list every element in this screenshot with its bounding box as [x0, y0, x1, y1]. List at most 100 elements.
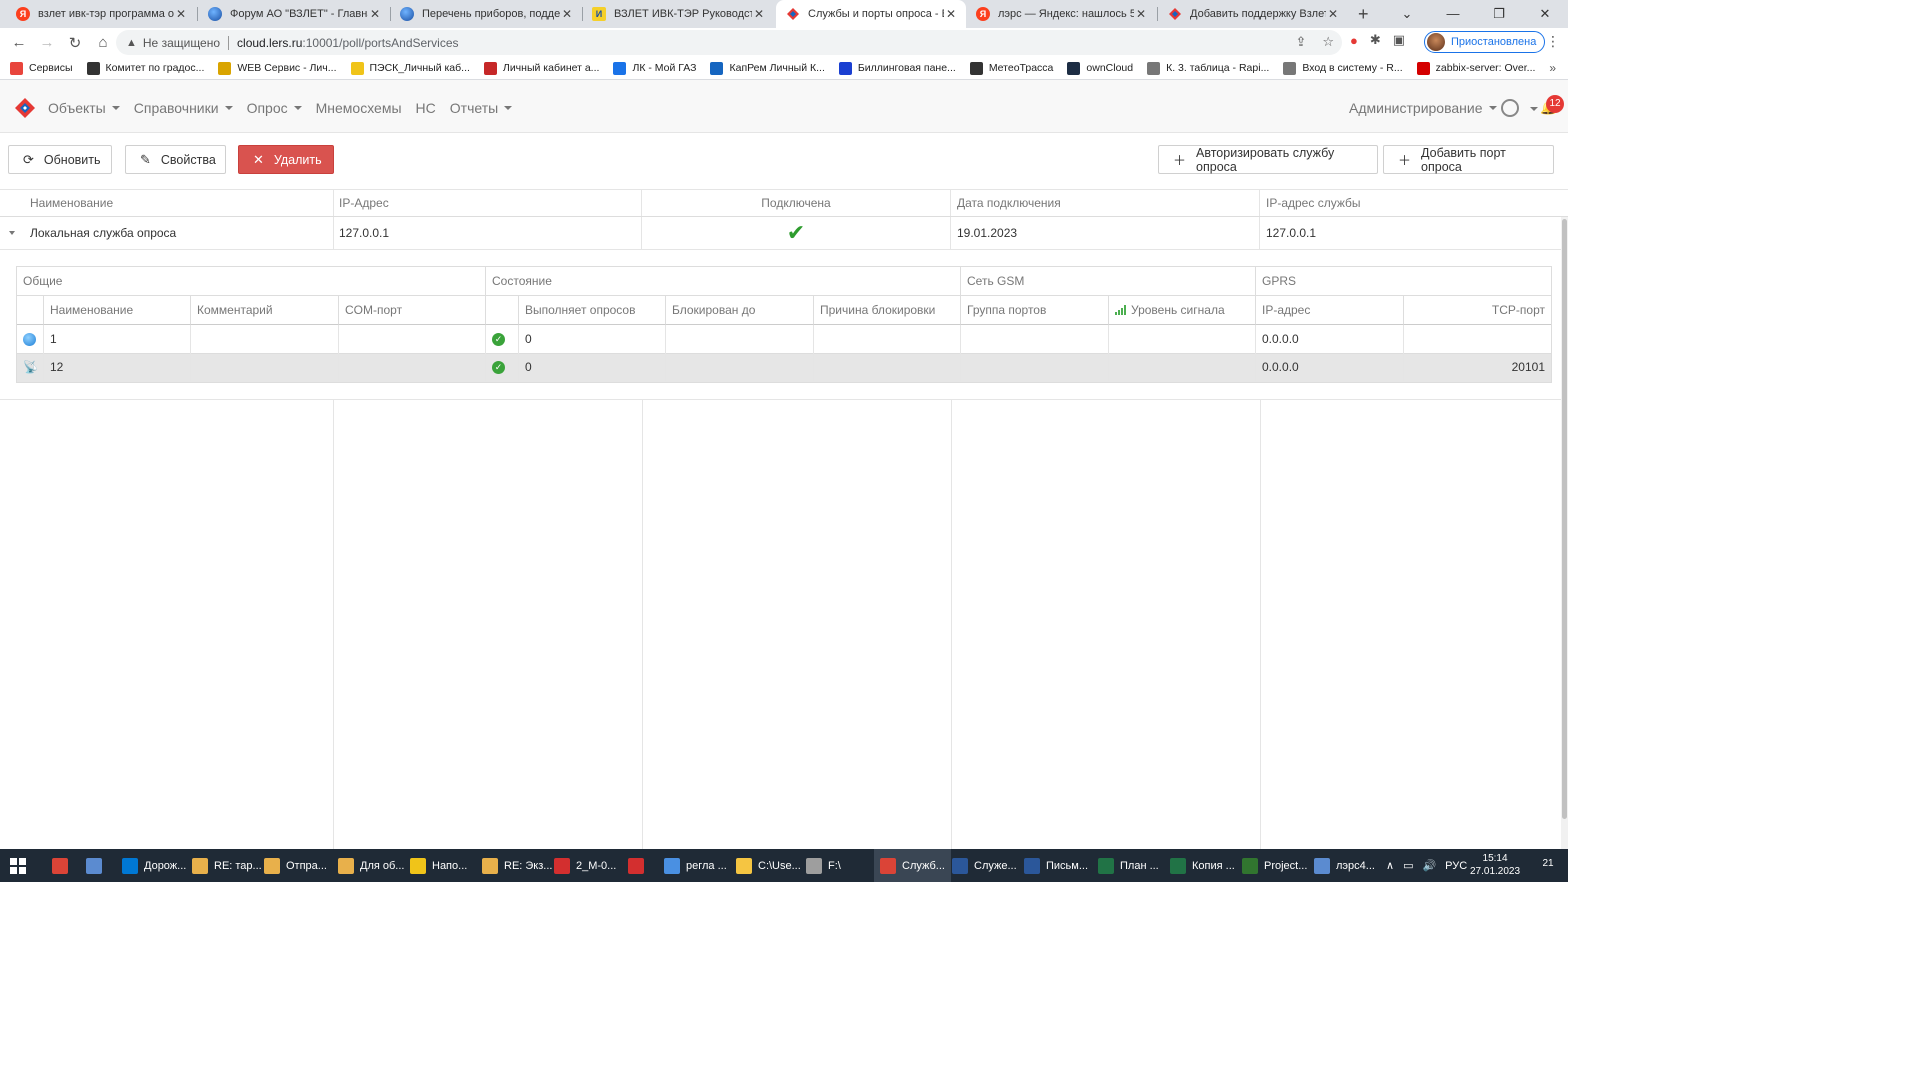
taskbar-item[interactable]: RE: Экз... [476, 849, 558, 882]
bookmark-item[interactable]: ПЭСК_Личный каб... [350, 61, 470, 75]
bookmark-item[interactable]: К. 3. таблица - Rapi... [1147, 61, 1269, 75]
taskbar-item[interactable] [622, 849, 656, 882]
language-indicator[interactable]: РУС [1445, 860, 1467, 872]
close-icon[interactable]: ✕ [368, 7, 382, 21]
address-bar[interactable]: ▲ Не защищено cloud.lers.ru:10001/poll/p… [116, 30, 1342, 55]
menu-item[interactable]: Мнемосхемы [316, 100, 402, 116]
taskbar-item[interactable]: Письм... [1018, 849, 1094, 882]
close-icon[interactable]: ✕ [752, 7, 766, 21]
column-header-date[interactable]: Дата подключения [951, 190, 1260, 216]
menu-item[interactable]: Отчеты [450, 100, 513, 116]
taskbar-item[interactable]: RE: тар... [186, 849, 268, 882]
clock[interactable]: 15:14 27.01.2023 [1470, 852, 1520, 878]
browser-tab[interactable]: И ВЗЛЕТ ИВК-ТЭР Руководство п ✕ [582, 0, 774, 28]
bookmark-item[interactable]: КапРем Личный К... [710, 61, 825, 75]
taskbar-item[interactable]: Отпра... [258, 849, 333, 882]
user-icon[interactable] [1501, 99, 1519, 117]
properties-button[interactable]: ✎ Свойства [125, 145, 226, 174]
extension-pin-icon[interactable]: ● [1350, 33, 1358, 48]
browser-tab[interactable]: Я лэрс — Яндекс: нашлось 583 т ✕ [966, 0, 1156, 28]
warning-icon[interactable]: ▲ [126, 37, 137, 49]
reload-icon[interactable]: ↻ [62, 34, 88, 52]
taskbar-item[interactable] [46, 849, 80, 882]
bookmark-star-icon[interactable]: ☆ [1322, 34, 1334, 50]
column-header-name[interactable]: Наименование [44, 296, 191, 325]
minimize-button[interactable]: — [1430, 0, 1476, 28]
security-label[interactable]: Не защищено [143, 36, 220, 50]
volume-icon[interactable]: 🔊 [1422, 859, 1436, 872]
bookmark-item[interactable]: Сервисы [10, 61, 73, 75]
table-row[interactable]: 📡 [17, 353, 44, 381]
network-icon[interactable]: ▭ [1403, 859, 1413, 872]
column-header-ip[interactable]: IP-адрес [1256, 296, 1404, 325]
column-header-blocked-until[interactable]: Блокирован до [666, 296, 814, 325]
taskbar-item[interactable]: Служе... [946, 849, 1023, 882]
bookmark-item[interactable]: МетеоТрасса [969, 61, 1053, 75]
home-icon[interactable]: ⌂ [90, 34, 116, 51]
close-window-button[interactable]: ✕ [1522, 0, 1568, 28]
vertical-scrollbar[interactable] [1561, 217, 1568, 849]
menu-item[interactable]: Объекты [48, 100, 120, 116]
bookmark-item[interactable]: ownCloud [1067, 61, 1133, 75]
bookmark-item[interactable]: WEB Сервис - Лич... [218, 61, 337, 75]
browser-tab[interactable]: Я взлет ивк-тэр программа опро ✕ [6, 0, 196, 28]
taskbar-item[interactable]: Для об... [332, 849, 410, 882]
taskbar-item[interactable]: 2_М-0... [548, 849, 622, 882]
taskbar-item[interactable]: Project... [1236, 849, 1313, 882]
menu-item[interactable]: Опрос [247, 100, 302, 116]
browser-tab[interactable]: Форум АО "ВЗЛЕТ" - Главная ст ✕ [198, 0, 390, 28]
side-panel-icon[interactable]: ▣ [1393, 32, 1405, 48]
bookmark-item[interactable]: zabbix-server: Over... [1416, 61, 1535, 75]
taskbar-item[interactable] [80, 849, 114, 882]
expand-caret-icon[interactable] [9, 231, 15, 235]
profile-button[interactable]: Приостановлена [1424, 31, 1546, 53]
column-header-service-ip[interactable]: IP-адрес службы [1260, 190, 1561, 216]
bookmark-item[interactable]: Биллинговая пане... [838, 61, 956, 75]
taskbar-item[interactable]: лэрс4... [1308, 849, 1381, 882]
bookmark-item[interactable]: Вход в систему - R... [1283, 61, 1403, 75]
back-icon[interactable]: ← [6, 34, 32, 51]
bookmark-item[interactable]: Комитет по градос... [86, 61, 204, 75]
browser-tab[interactable]: Перечень приборов, поддерж ✕ [390, 0, 582, 28]
close-icon[interactable]: ✕ [1134, 7, 1148, 21]
close-icon[interactable]: ✕ [560, 7, 574, 21]
chevron-up-icon[interactable]: ∧ [1386, 859, 1394, 872]
bookmark-item[interactable]: ЛК - Мой ГАЗ [613, 61, 696, 75]
browser-tab-active[interactable]: Службы и порты опроса - Веб ✕ [776, 0, 966, 28]
column-header-signal[interactable]: Уровень сигнала [1109, 296, 1256, 325]
column-header-com-port[interactable]: COM-порт [339, 296, 486, 325]
taskbar-item[interactable]: Дорож... [116, 849, 192, 882]
close-icon[interactable]: ✕ [1326, 7, 1340, 21]
column-header-name[interactable]: Наименование [24, 190, 334, 216]
column-header-block-reason[interactable]: Причина блокировки [814, 296, 961, 325]
menu-item[interactable]: Справочники [134, 100, 233, 116]
column-header-polls[interactable]: Выполняет опросов [519, 296, 666, 325]
extensions-icon[interactable]: ✱ [1370, 32, 1381, 48]
taskbar-item[interactable]: C:\Use... [730, 849, 807, 882]
add-port-button[interactable]: ＋ Добавить порт опроса [1383, 145, 1554, 174]
notification-badge[interactable]: 12 [1546, 95, 1564, 113]
scrollbar-thumb[interactable] [1562, 219, 1567, 819]
column-header-port-group[interactable]: Группа портов [961, 296, 1109, 325]
menu-item[interactable]: НС [416, 100, 436, 116]
taskbar-item[interactable]: F:\ [800, 849, 847, 882]
column-header-comment[interactable]: Комментарий [191, 296, 339, 325]
column-header-tcp-port[interactable]: TCP-порт [1404, 296, 1551, 325]
new-tab-button[interactable]: + [1358, 4, 1369, 25]
chevron-down-icon[interactable] [1530, 107, 1538, 111]
taskbar-item[interactable]: Копия ... [1164, 849, 1241, 882]
tab-search-button[interactable]: ⌄ [1384, 0, 1430, 28]
taskbar-item[interactable]: Напо... [404, 849, 473, 882]
browser-tab[interactable]: Добавить поддержку Взлет ИВ ✕ [1158, 0, 1348, 28]
share-icon[interactable]: ⇪ [1295, 34, 1306, 50]
authorize-service-button[interactable]: ＋ Авторизировать службу опроса [1158, 145, 1378, 174]
bookmarks-overflow-icon[interactable]: » [1549, 61, 1556, 75]
windows-start-icon[interactable] [10, 858, 26, 874]
service-row[interactable]: Локальная служба опроса 127.0.0.1 ✔ 19.0… [0, 217, 1568, 250]
lers-logo-icon[interactable] [14, 97, 36, 119]
table-row[interactable] [17, 325, 44, 353]
close-icon[interactable]: ✕ [944, 7, 958, 21]
column-header-connected[interactable]: Подключена [642, 190, 951, 216]
notifications-button[interactable]: 21 [1537, 858, 1559, 874]
taskbar-item[interactable]: Служб... [874, 849, 951, 882]
